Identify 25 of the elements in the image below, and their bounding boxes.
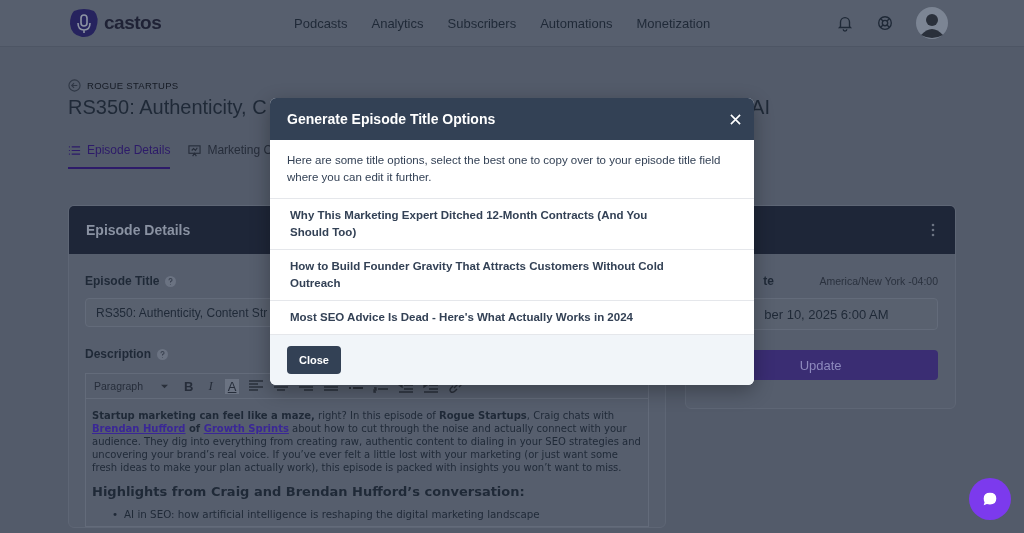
title-option[interactable]: How to Build Founder Gravity That Attracts Customers Without Cold Outreach — [270, 250, 754, 301]
list-icon — [68, 143, 81, 157]
nav-link[interactable]: Analytics — [371, 15, 424, 31]
more-options-icon[interactable] — [931, 223, 935, 237]
card-title: Episode Details — [86, 222, 191, 238]
nav-link[interactable]: Monetization — [636, 15, 711, 31]
presentation-icon — [188, 143, 202, 157]
microphone-logo-icon — [68, 7, 100, 39]
caret-icon — [161, 382, 169, 390]
close-icon[interactable] — [730, 113, 741, 125]
nav-link[interactable]: Subscribers — [447, 15, 517, 31]
close-button[interactable]: Close — [287, 346, 341, 374]
nav-link[interactable]: Automations — [540, 15, 613, 31]
breadcrumb-link[interactable]: ROGUE STARTUPS — [87, 80, 179, 91]
chat-button[interactable] — [969, 478, 1011, 520]
nav-link[interactable]: Podcasts — [294, 15, 348, 31]
modal-description: Here are some title options, select the best one to copy over to your episode title field where you can edit it further. — [270, 140, 754, 199]
brand-name[interactable]: castos — [104, 12, 162, 34]
title-option[interactable]: Why This Marketing Expert Ditched 12-Month Contracts (And You Should Too) — [270, 199, 754, 250]
text-color-button[interactable]: A — [224, 378, 240, 394]
tab[interactable]: Episode Details — [68, 143, 171, 169]
avatar-icon[interactable] — [916, 7, 948, 39]
chat-bubble-icon — [981, 490, 999, 508]
modal-title: Generate Episode Title Options — [287, 111, 496, 127]
bullet-marker: • — [112, 508, 119, 520]
